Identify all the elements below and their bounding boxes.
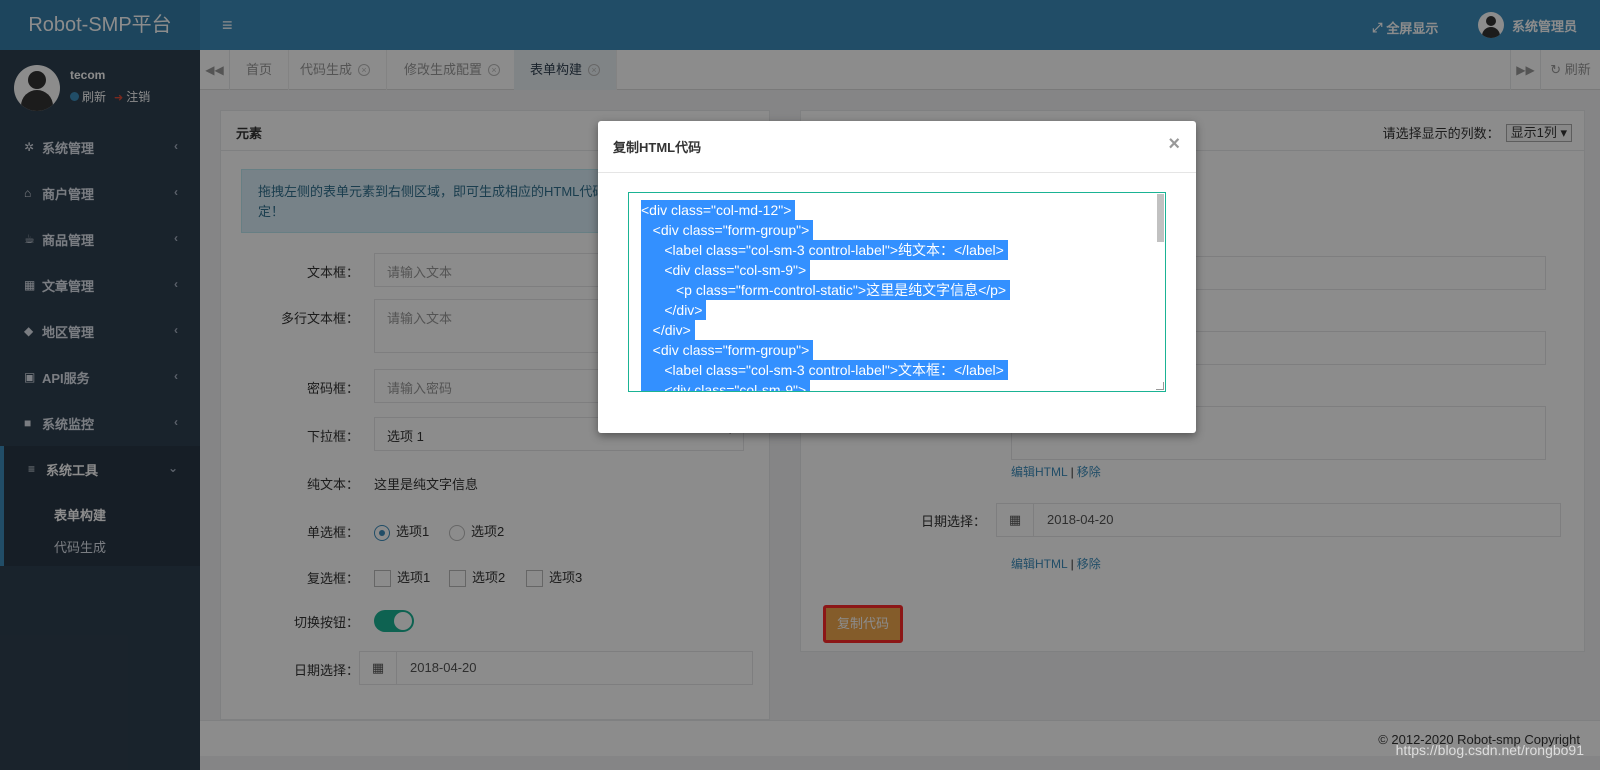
resize-handle-icon[interactable] — [1156, 382, 1164, 390]
close-icon[interactable]: × — [1168, 133, 1180, 156]
code-line: <div class="form-group"> — [641, 340, 814, 360]
code-line: <div class="col-sm-9"> — [641, 380, 811, 391]
watermark-text: https://blog.csdn.net/rongbo91 — [1395, 742, 1584, 758]
code-line: <div class="col-md-12"> — [641, 200, 796, 220]
code-line: <p class="form-control-static">这里是纯文字信息<… — [641, 280, 1011, 300]
code-line: </div> — [641, 320, 695, 340]
copy-html-modal: 复制HTML代码 × <div class="col-md-12"> <div … — [598, 121, 1196, 433]
modal-header: 复制HTML代码 × — [598, 121, 1196, 173]
code-line: <div class="col-sm-9"> — [641, 260, 811, 280]
code-line: <label class="col-sm-3 control-label">文本… — [641, 360, 1008, 380]
code-line: <label class="col-sm-3 control-label">纯文… — [641, 240, 1008, 260]
scrollbar-thumb[interactable] — [1157, 194, 1164, 242]
modal-title: 复制HTML代码 — [613, 140, 702, 155]
html-code-textarea[interactable]: <div class="col-md-12"> <div class="form… — [628, 192, 1166, 392]
code-line: <div class="form-group"> — [641, 220, 814, 240]
code-line: </div> — [641, 300, 707, 320]
